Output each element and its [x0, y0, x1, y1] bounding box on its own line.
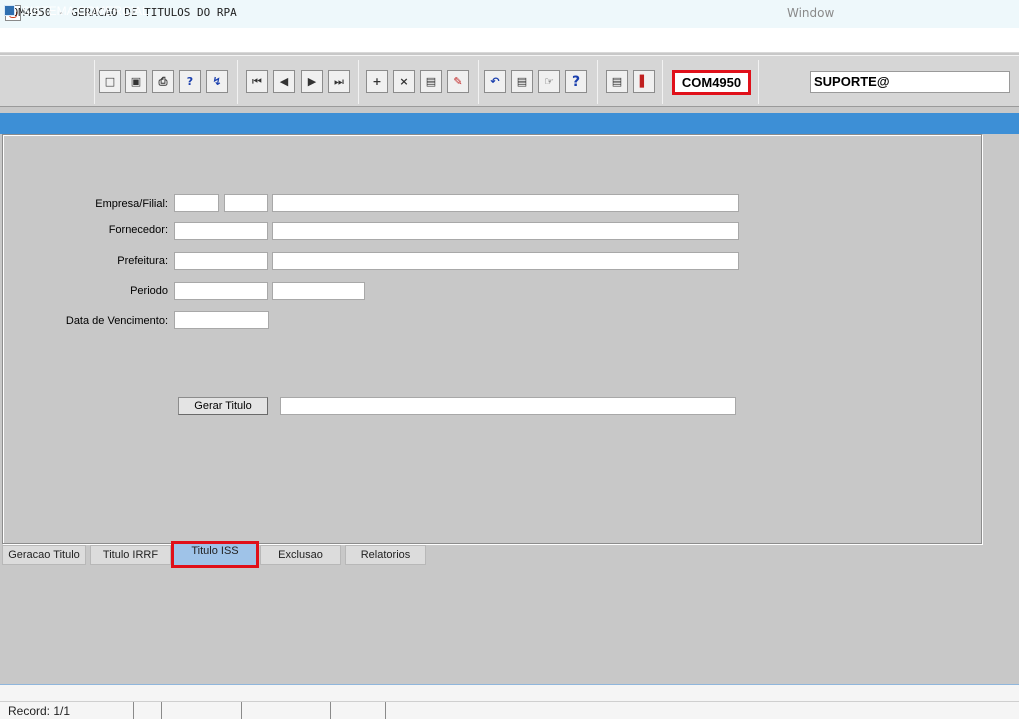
tab-geracao-titulo[interactable]: Geracao Titulo [2, 545, 86, 565]
user-field: SUPORTE@ [810, 71, 1010, 93]
gerar-titulo-result-field[interactable] [280, 397, 736, 415]
data-vencimento-field[interactable] [174, 311, 269, 329]
edit-icon[interactable]: ✎ [447, 70, 469, 93]
prefeitura-label: Prefeitura: [117, 255, 168, 267]
toolbar-separator [94, 60, 95, 104]
navigate-icon[interactable]: ☞ [538, 70, 560, 93]
empresa-description-field[interactable] [272, 194, 739, 212]
title-bar [0, 28, 1019, 53]
previous-record-icon[interactable]: ◀ [273, 70, 295, 93]
status-separator [161, 702, 162, 719]
tab-relatorios[interactable]: Relatorios [345, 545, 426, 565]
fornecedor-name-field[interactable] [272, 222, 739, 240]
status-divider [0, 701, 1019, 702]
form-code-field: COM4950 [672, 70, 751, 95]
tab-titulo-iss[interactable]: Titulo ISS [171, 541, 259, 568]
tab-titulo-irrf[interactable]: Titulo IRRF [90, 545, 171, 565]
filial-field[interactable] [224, 194, 268, 212]
empresa-filial-label: Empresa/Filial: [95, 198, 168, 210]
insert-record-icon[interactable]: + [366, 70, 388, 93]
lov-icon[interactable]: ▤ [420, 70, 442, 93]
toolbar-separator [597, 60, 598, 104]
window-menu-icon[interactable] [4, 5, 15, 16]
execute-query-icon[interactable]: ↯ [206, 70, 228, 93]
toolbar-separator [478, 60, 479, 104]
status-separator [385, 702, 386, 719]
periodo-end-field[interactable] [272, 282, 365, 300]
toolbar-separator [237, 60, 238, 104]
delete-record-icon[interactable]: × [393, 70, 415, 93]
help-icon[interactable]: ? [565, 70, 587, 93]
prefeitura-code-field[interactable] [174, 252, 268, 270]
toolbar-separator [358, 60, 359, 104]
undo-icon[interactable]: ↶ [484, 70, 506, 93]
status-separator [241, 702, 242, 719]
last-record-icon[interactable]: ⏭ [328, 70, 350, 93]
menu-icon[interactable]: ▤ [606, 70, 628, 93]
exit-icon[interactable]: ▌ [633, 70, 655, 93]
periodo-start-field[interactable] [174, 282, 268, 300]
window-icon[interactable]: ▣ [125, 70, 147, 93]
save-icon[interactable]: □ [99, 70, 121, 93]
menu-window[interactable]: Window [787, 6, 834, 20]
fornecedor-label: Fornecedor: [108, 224, 168, 236]
data-vencimento-label: Data de Vencimento: [65, 315, 168, 327]
fornecedor-code-field[interactable] [174, 222, 268, 240]
gerar-titulo-button[interactable]: Gerar Titulo [178, 397, 268, 415]
print-icon[interactable]: ⎙ [152, 70, 174, 93]
system-title: SISTEMA COMERCIAL [22, 4, 149, 18]
status-separator [133, 702, 134, 719]
system-header-bar [0, 113, 1019, 134]
periodo-label: Periodo [130, 285, 168, 297]
prefeitura-name-field[interactable] [272, 252, 739, 270]
empresa-field[interactable] [174, 194, 219, 212]
next-record-icon[interactable]: ▶ [301, 70, 323, 93]
toolbar-separator [662, 60, 663, 104]
tab-exclusao[interactable]: Exclusao [260, 545, 341, 565]
status-separator [330, 702, 331, 719]
toolbar-separator [758, 60, 759, 104]
record-indicator: Record: 1/1 [8, 704, 71, 718]
first-record-icon[interactable]: ⏮ [246, 70, 268, 93]
query-icon[interactable]: ? [179, 70, 201, 93]
clipboard-icon[interactable]: ▤ [511, 70, 533, 93]
